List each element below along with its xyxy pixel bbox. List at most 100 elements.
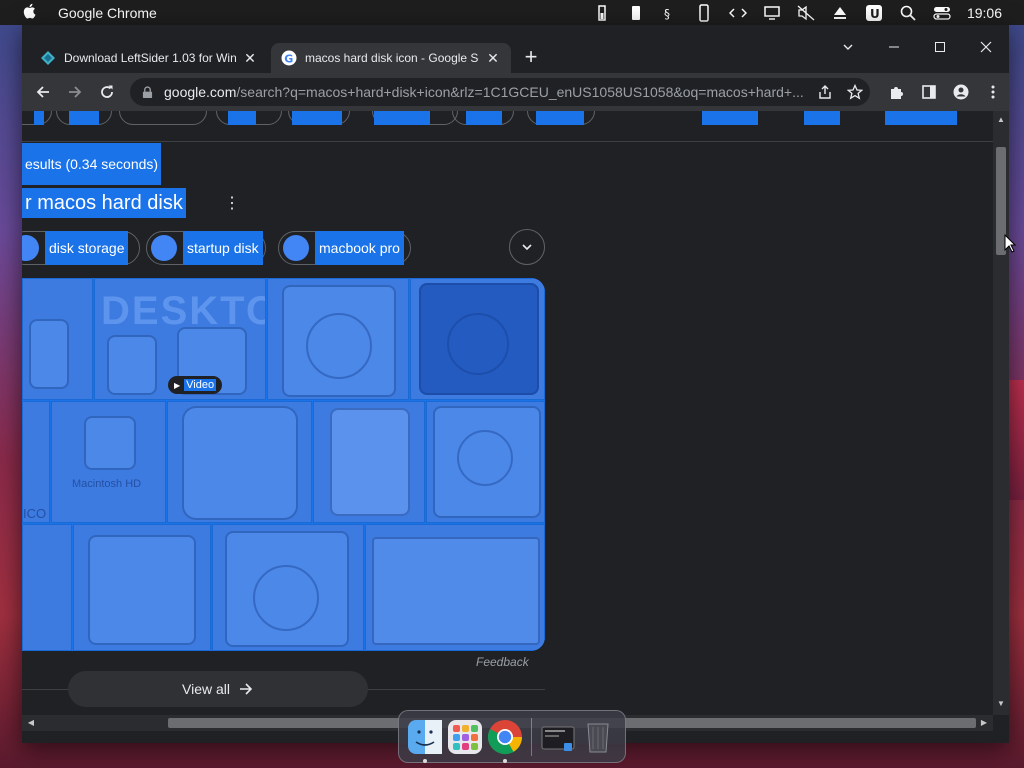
image-result[interactable]: [22, 524, 72, 651]
image-result[interactable]: Macintosh HD: [51, 401, 166, 523]
chrome-menu-icon[interactable]: [977, 76, 1009, 108]
scroll-up-arrow-icon[interactable]: ▲: [996, 115, 1006, 125]
lock-icon[interactable]: [142, 85, 156, 99]
image-result[interactable]: [365, 524, 545, 651]
phone-icon[interactable]: [687, 0, 721, 25]
svg-text:G: G: [284, 53, 293, 66]
toolbar: google.com/search?q=macos+hard+disk+icon…: [22, 73, 1009, 111]
image-result[interactable]: [167, 401, 312, 523]
dock: [398, 710, 626, 763]
url-host: google.com: [164, 84, 237, 100]
code-icon[interactable]: [721, 0, 755, 25]
menubar: Google Chrome § U 19:06: [0, 0, 1024, 25]
more-options-icon[interactable]: ⋮: [224, 193, 240, 213]
image-result[interactable]: ICO: [22, 401, 50, 523]
hard-disk-image: [29, 319, 69, 389]
mute-icon[interactable]: [789, 0, 823, 25]
chip-macbook-pro[interactable]: macbook pro: [278, 231, 411, 265]
platter-shape: [306, 313, 372, 379]
image-result[interactable]: [267, 278, 409, 400]
tab-search-chevron-icon[interactable]: [838, 37, 858, 57]
tab-leftsider[interactable]: Download LeftSider 1.03 for Windows ✕: [30, 43, 268, 73]
vertical-scrollbar[interactable]: ▲ ▼: [993, 111, 1009, 715]
extensions-puzzle-icon[interactable]: [881, 76, 913, 108]
top-chip[interactable]: [119, 111, 207, 125]
image-result[interactable]: [313, 401, 425, 523]
image-result[interactable]: [212, 524, 364, 651]
image-result[interactable]: [426, 401, 545, 523]
feedback-link[interactable]: Feedback: [476, 655, 529, 669]
scroll-right-arrow-icon[interactable]: ▶: [979, 718, 989, 728]
active-app-name[interactable]: Google Chrome: [58, 5, 157, 21]
view-all-button[interactable]: View all: [68, 671, 368, 707]
forward-button[interactable]: [59, 76, 91, 108]
close-tab-icon[interactable]: ✕: [485, 50, 501, 66]
close-window-button[interactable]: [963, 33, 1009, 61]
back-button[interactable]: [27, 76, 59, 108]
launchpad-icon[interactable]: [447, 719, 483, 755]
chip-label: disk storage: [45, 231, 129, 265]
svg-text:§: §: [664, 7, 670, 21]
arrow-right-icon: [240, 683, 253, 695]
hard-disk-image: [182, 406, 298, 520]
minimize-button[interactable]: [871, 33, 917, 61]
ublock-icon[interactable]: U: [857, 0, 891, 25]
chip-startup-disk[interactable]: startup disk: [146, 231, 266, 265]
bookmark-star-icon[interactable]: [840, 84, 870, 100]
chrome-icon[interactable]: [487, 719, 523, 763]
selection-highlight: [34, 111, 44, 125]
video-badge: ▶ Video: [168, 376, 223, 394]
images-section-title[interactable]: r macos hard disk: [22, 188, 186, 218]
status-tray: § U 19:06: [585, 0, 1024, 25]
close-tab-icon[interactable]: ✕: [242, 50, 258, 66]
selection-highlight: [702, 111, 758, 125]
image-result[interactable]: [73, 524, 211, 651]
screenshot-icon[interactable]: [540, 719, 576, 755]
image-result[interactable]: DESKTO ▶ Video: [94, 278, 266, 400]
image-results-grid: DESKTO ▶ Video ICO Macintosh HD: [22, 278, 545, 651]
finder-icon[interactable]: [407, 719, 443, 763]
trash-icon[interactable]: [580, 719, 616, 755]
hard-disk-image: [84, 416, 136, 470]
control-center-icon[interactable]: [925, 0, 959, 25]
hard-disk-image: [330, 408, 410, 516]
video-badge-label: Video: [184, 379, 217, 391]
display-icon[interactable]: [755, 0, 789, 25]
selection-highlight: [69, 111, 99, 125]
divider: [22, 141, 993, 142]
search-icon[interactable]: [891, 0, 925, 25]
memory-icon[interactable]: [585, 0, 619, 25]
url-text[interactable]: google.com/search?q=macos+hard+disk+icon…: [164, 84, 810, 100]
new-tab-button[interactable]: +: [520, 46, 542, 69]
chip-disk-storage[interactable]: disk storage: [22, 231, 140, 265]
selection-highlight: [228, 111, 256, 125]
tab-google-search[interactable]: G macos hard disk icon - Google Search ✕: [271, 43, 511, 73]
platter-shape: [457, 430, 513, 486]
svg-text:U: U: [870, 7, 880, 21]
eject-icon[interactable]: [823, 0, 857, 25]
clock[interactable]: 19:06: [967, 5, 1002, 21]
address-bar[interactable]: google.com/search?q=macos+hard+disk+icon…: [130, 78, 870, 106]
hard-disk-image: [107, 335, 157, 395]
apple-icon[interactable]: [22, 3, 38, 23]
hard-disk-image: [88, 535, 196, 645]
reload-button[interactable]: [91, 76, 123, 108]
expand-chips-button[interactable]: [509, 229, 545, 265]
mouse-cursor-icon: [1004, 233, 1017, 254]
tab-title: Download LeftSider 1.03 for Windows: [64, 51, 236, 65]
profile-avatar-icon[interactable]: [945, 76, 977, 108]
battery-icon[interactable]: [619, 0, 653, 25]
image-result[interactable]: [410, 278, 545, 400]
image-result[interactable]: [22, 278, 93, 400]
platter-shape: [447, 313, 509, 375]
network-icon[interactable]: §: [653, 0, 687, 25]
image-caption: Macintosh HD: [72, 478, 142, 490]
finder-window-image: [372, 537, 540, 645]
tab-title: macos hard disk icon - Google Search: [305, 51, 479, 65]
maximize-button[interactable]: [917, 33, 963, 61]
scroll-left-arrow-icon[interactable]: ◀: [26, 718, 36, 728]
share-icon[interactable]: [810, 84, 840, 100]
side-panel-icon[interactable]: [913, 76, 945, 108]
chrome-window: Download LeftSider 1.03 for Windows ✕ G …: [22, 25, 1009, 743]
scroll-down-arrow-icon[interactable]: ▼: [996, 699, 1006, 709]
